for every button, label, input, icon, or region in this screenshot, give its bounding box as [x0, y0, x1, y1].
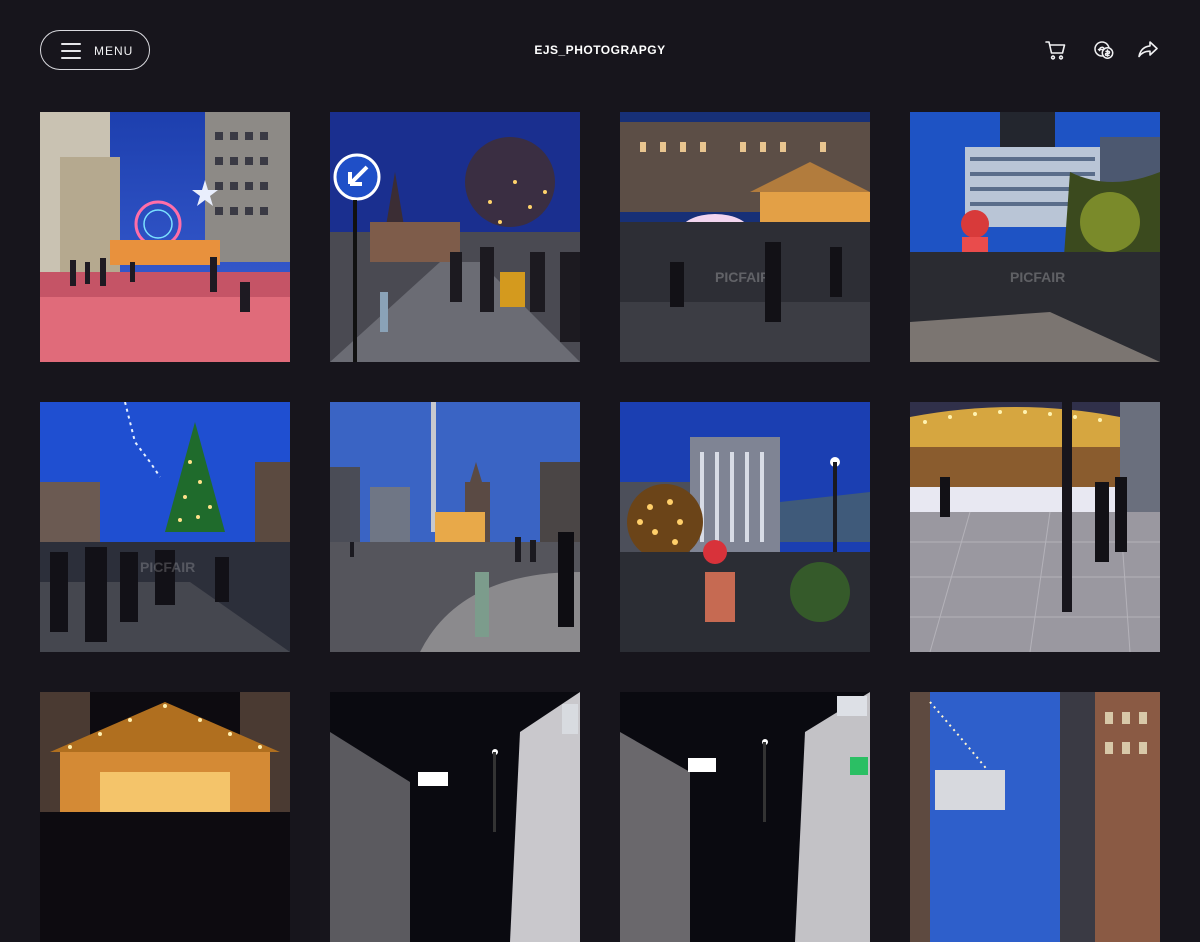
- gallery-photo[interactable]: [620, 402, 870, 652]
- photo-market-hut: [40, 692, 290, 942]
- photo-brick-street-dusk: [910, 692, 1160, 942]
- gallery-photo[interactable]: [40, 692, 290, 942]
- photo-monument-plaza: [330, 402, 580, 652]
- photo-street-sign-tree: [330, 112, 580, 362]
- photo-grid: PICFAIR PICFAIR PICFAIR: [0, 0, 1200, 942]
- gallery-photo[interactable]: [330, 112, 580, 362]
- gallery-photo[interactable]: [910, 402, 1160, 652]
- watermark: PICFAIR: [1010, 269, 1065, 285]
- gallery-photo[interactable]: PICFAIR: [40, 402, 290, 652]
- photo-market-square-night: PICFAIR: [620, 112, 870, 362]
- photo-shopping-street: [330, 692, 580, 942]
- gallery-photo[interactable]: [330, 692, 580, 942]
- gallery-photo[interactable]: PICFAIR: [620, 112, 870, 362]
- watermark: PICFAIR: [140, 559, 195, 575]
- photo-christmas-tree-crowd: PICFAIR: [40, 402, 290, 652]
- photo-tower-block-bear: PICFAIR: [910, 112, 1160, 362]
- photo-shopping-street-2: [620, 692, 870, 942]
- gallery-photo[interactable]: [40, 112, 290, 362]
- gallery-photo[interactable]: PICFAIR: [910, 112, 1160, 362]
- photo-street-ferris-wheel: [40, 112, 290, 362]
- watermark: PICFAIR: [715, 269, 770, 285]
- photo-lit-trees-building: [620, 402, 870, 652]
- gallery-photo[interactable]: [620, 692, 870, 942]
- gallery-photo[interactable]: [910, 692, 1160, 942]
- photo-carousel: [910, 402, 1160, 652]
- gallery-photo[interactable]: [330, 402, 580, 652]
